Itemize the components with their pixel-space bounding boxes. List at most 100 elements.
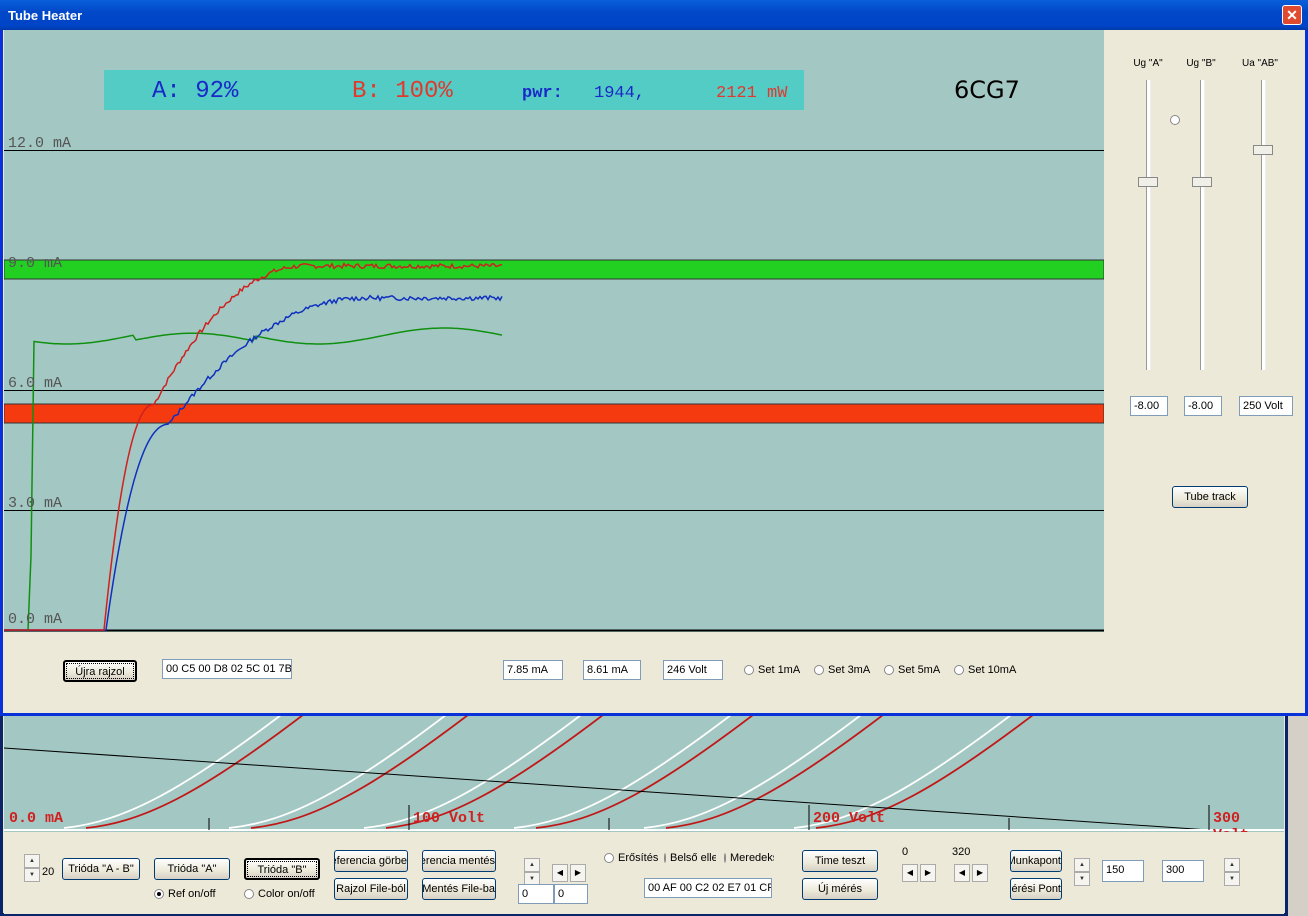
reference-curve-button[interactable]: Referencia görbe <box>334 850 408 872</box>
reference-save-button[interactable]: Referencia mentés <box>422 850 496 872</box>
characteristic-curve <box>63 710 289 829</box>
set-3ma-radio[interactable]: Set 3mA <box>814 664 870 676</box>
bg-xlabel-100: 100 Volt <box>413 810 486 827</box>
radio-dot <box>954 665 964 675</box>
internal-resistance-radio[interactable]: Belső ellenállás <box>664 852 716 864</box>
slider-thumb-ua-ab[interactable] <box>1253 144 1273 155</box>
radio-dot <box>664 853 666 863</box>
set-5ma-label: Set 5mA <box>898 664 941 676</box>
gain-radio[interactable]: Erősítés <box>604 852 658 864</box>
radio-dot <box>154 889 164 899</box>
background-characteristic-plot: 0.0 mA 100 Volt 200 Volt 300 Volt <box>4 710 1284 832</box>
set-5ma-radio[interactable]: Set 5mA <box>884 664 940 676</box>
transconductance-label: Meredekség <box>730 852 774 864</box>
radio-dot <box>744 665 754 675</box>
offset-field-a[interactable]: 0 <box>518 884 554 904</box>
offset-spinner[interactable]: ▲ ▼ <box>524 858 540 886</box>
ua-ab-value-field[interactable]: 250 Volt <box>1239 396 1293 416</box>
current-a-field[interactable]: 7.85 mA <box>503 660 563 680</box>
series-line-a <box>4 294 503 631</box>
value-field-150[interactable]: 150 <box>1102 860 1144 882</box>
range-min-left[interactable]: ◀ <box>902 864 918 882</box>
count-spinner[interactable]: ▲ ▼ <box>24 854 40 882</box>
draw-from-file-button[interactable]: Rajzol File-ból <box>334 878 408 900</box>
tube-type: 6CG7 <box>954 76 1020 104</box>
value-spinner-b[interactable]: ▲ ▼ <box>1224 858 1240 886</box>
color-onoff-radio[interactable]: Color on/off <box>244 888 315 900</box>
current-b-field[interactable]: 8.61 mA <box>583 660 641 680</box>
ref-onoff-radio[interactable]: Ref on/off <box>154 888 216 900</box>
internal-resistance-label: Belső ellenállás <box>670 852 716 864</box>
set-1ma-radio[interactable]: Set 1mA <box>744 664 800 676</box>
slider-label-ug-a: Ug "A" <box>1133 58 1163 69</box>
hex-data-field-2[interactable]: 00 AF 00 C2 02 E7 01 CF <box>644 878 772 898</box>
left-arrow-button[interactable]: ◀ <box>552 864 568 882</box>
triode-ab-button[interactable]: Trióda "A - B" <box>62 858 140 880</box>
value-spinner-a[interactable]: ▲ ▼ <box>1074 858 1090 886</box>
count-value: 20 <box>42 866 55 878</box>
series-line-b <box>4 262 503 631</box>
new-measurement-button[interactable]: Új mérés <box>802 878 878 900</box>
slider-thumb-ug-b[interactable] <box>1192 176 1212 187</box>
bg-ylabel-0: 0.0 mA <box>9 810 64 827</box>
slider-panel: Ug "A" Ug "B" Ua "AB" -8.00 -8.00 250 Vo… <box>1104 30 1304 632</box>
transconductance-radio[interactable]: Meredekség <box>724 852 774 864</box>
tube-track-button[interactable]: Tube track <box>1172 486 1248 508</box>
lower-limit-band <box>4 403 1104 424</box>
y-tick-label: 12.0 mA <box>8 135 72 152</box>
y-tick-label: 3.0 mA <box>8 495 63 512</box>
hex-data-field[interactable]: 00 C5 00 D8 02 5C 01 7B <box>162 659 292 679</box>
offset-field-b[interactable]: 0 <box>554 884 588 904</box>
pwr-b-value: 2121 mW <box>716 84 788 103</box>
ug-b-value-field[interactable]: -8.00 <box>1184 396 1222 416</box>
pwr-label: pwr: <box>522 84 563 103</box>
radio-dot <box>814 665 824 675</box>
range-max-label: 320 <box>952 846 971 858</box>
slider-thumb-ug-a[interactable] <box>1138 176 1158 187</box>
range-max-left[interactable]: ◀ <box>954 864 970 882</box>
slider-track-ug-b[interactable] <box>1200 80 1205 370</box>
radio-dot <box>604 853 614 863</box>
slider-label-ug-b: Ug "B" <box>1186 58 1216 69</box>
value-field-300[interactable]: 300 <box>1162 860 1204 882</box>
operating-point-button[interactable]: Munkapont <box>1010 850 1062 872</box>
characteristic-curve <box>85 710 311 829</box>
radio-dot <box>724 853 726 863</box>
range-min-label: 0 <box>902 846 909 858</box>
set-3ma-label: Set 3mA <box>828 664 871 676</box>
y-tick-label: 9.0 mA <box>8 255 63 272</box>
pwr-a-value: 1944, <box>594 84 646 103</box>
series-line-voltage <box>4 327 503 631</box>
triode-a-button[interactable]: Trióda "A" <box>154 858 230 880</box>
color-onoff-label: Color on/off <box>258 888 315 900</box>
slider-track-ug-a[interactable] <box>1146 80 1151 370</box>
range-max-right[interactable]: ▶ <box>972 864 988 882</box>
measurement-point-button[interactable]: Mérési Pont <box>1010 878 1062 900</box>
triode-b-button[interactable]: Trióda "B" <box>244 858 320 880</box>
slider-label-ua-ab: Ua "AB" <box>1241 58 1278 69</box>
b-percent: B: 100% <box>352 78 453 105</box>
set-10ma-label: Set 10mA <box>968 664 1017 676</box>
set-1ma-label: Set 1mA <box>758 664 801 676</box>
radio-dot <box>244 889 254 899</box>
time-test-button[interactable]: Time teszt <box>802 850 878 872</box>
save-to-file-button[interactable]: Mentés File-ba <box>422 878 496 900</box>
close-icon[interactable]: ✕ <box>1282 5 1302 25</box>
voltage-field[interactable]: 246 Volt <box>663 660 723 680</box>
window-title: Tube Heater <box>8 8 83 23</box>
set-10ma-radio[interactable]: Set 10mA <box>954 664 1016 676</box>
background-curves <box>4 710 1284 831</box>
heater-current-plot: A: 92% B: 100% pwr: 1944, 2121 mW 6CG7 1… <box>4 30 1104 632</box>
redraw-button[interactable]: Újra rajzol <box>63 660 137 682</box>
background-controls: ▲ ▼ 20 Trióda "A - B" Trióda "A" Trióda "… <box>4 832 1284 914</box>
y-tick-label: 6.0 mA <box>8 375 63 392</box>
upper-limit-band <box>4 259 1104 280</box>
range-min-right[interactable]: ▶ <box>920 864 936 882</box>
ug-a-value-field[interactable]: -8.00 <box>1130 396 1168 416</box>
load-line <box>4 747 1210 831</box>
heater-chart <box>4 150 1104 632</box>
bg-xlabel-200: 200 Volt <box>813 810 886 827</box>
slider-track-ua-ab[interactable] <box>1261 80 1266 370</box>
right-arrow-button[interactable]: ▶ <box>570 864 586 882</box>
title-bar[interactable] <box>0 0 1308 30</box>
